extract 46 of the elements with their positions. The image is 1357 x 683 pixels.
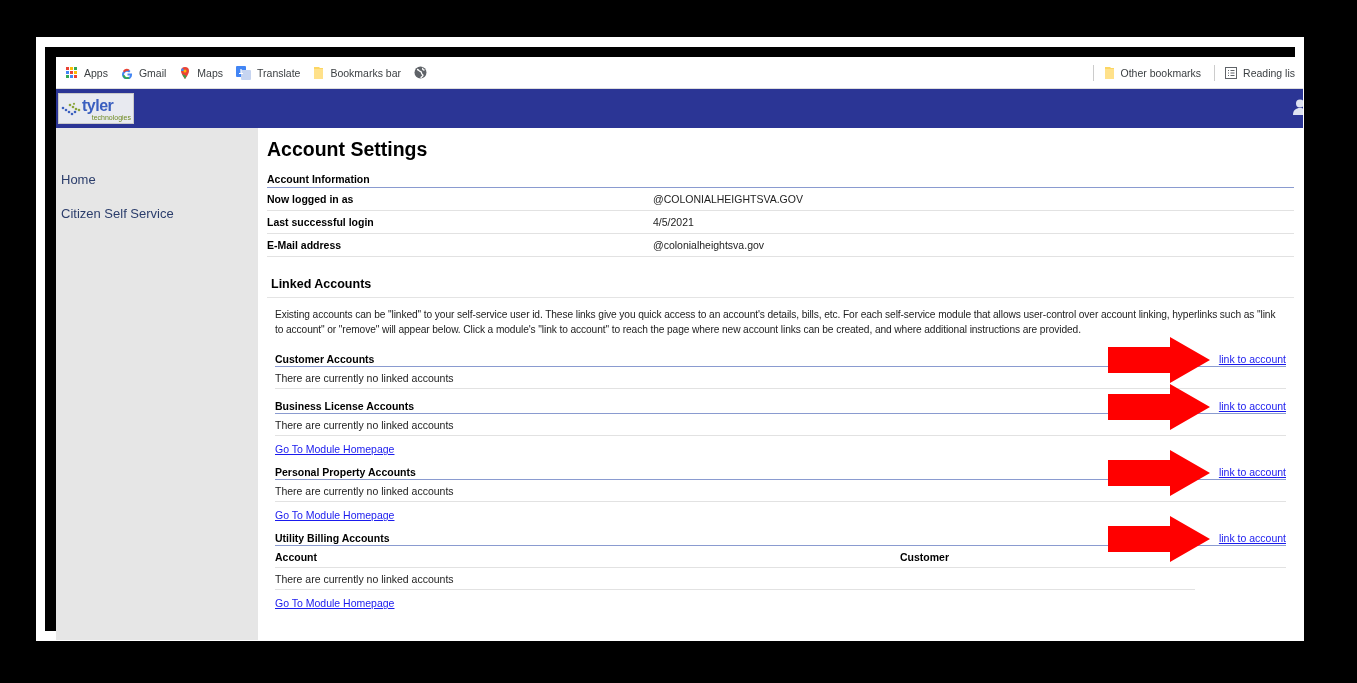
link-to-account-link[interactable]: link to account [1218, 532, 1286, 544]
logo-mark-icon [61, 101, 81, 116]
section-heading: Linked Accounts [271, 277, 372, 291]
intro-paragraph: Existing accounts can be "linked" to your self-service user id. These links give you quick access to an account's details, bills, etc. For each self-service module that allows user-control over account linking, hyperlinks such as "link to account" or "remove" will appear below. Click a module's "link to account" to reach the page where new account links can be created, and where additional instructions are provided. [275, 308, 1277, 337]
column-header: Customer [900, 550, 949, 563]
module-homepage-link[interactable]: Go To Module Homepage [275, 597, 395, 609]
sidebar-link[interactable]: Citizen Self Service [56, 206, 174, 221]
folder-icon [1103, 65, 1115, 80]
module-heading: Customer Accounts [275, 353, 375, 365]
bookmark-item[interactable]: Gmail [120, 66, 167, 79]
bookmark-item[interactable]: Other bookmarks [1103, 65, 1202, 80]
bookmark-item[interactable]: Maps [179, 65, 224, 80]
globe-icon[interactable] [414, 66, 428, 79]
link-to-account-link[interactable]: link to account [1218, 353, 1286, 365]
app-grid-icon [65, 66, 78, 79]
bookmark-item[interactable]: Bookmarks bar [313, 65, 402, 80]
module-heading: Utility Billing Accounts [275, 532, 390, 544]
module-heading: Personal Property Accounts [275, 466, 416, 478]
empty-message: There are currently no linked accounts [275, 371, 454, 384]
bookmark-item[interactable]: Translate [236, 65, 301, 80]
field-value: 4/5/2021 [653, 216, 694, 228]
page-title: Account Settings [267, 138, 428, 161]
bookmark-item[interactable]: Reading lis [1225, 66, 1295, 79]
empty-message: There are currently no linked accounts [275, 572, 454, 585]
module-heading: Business License Accounts [275, 400, 415, 412]
sidebar-link[interactable]: Home [56, 172, 96, 187]
module-homepage-link[interactable]: Go To Module Homepage [275, 443, 395, 455]
module-homepage-link[interactable]: Go To Module Homepage [275, 509, 395, 521]
field-label: Now logged in as [267, 193, 355, 205]
column-header: Account [275, 550, 318, 563]
reading-list-icon [1225, 66, 1238, 79]
bookmark-item[interactable]: Apps [65, 66, 108, 79]
folder-icon [313, 65, 325, 80]
field-value: @colonialheightsva.gov [653, 239, 765, 251]
field-label: Last successful login [267, 216, 375, 228]
g-letter-icon [120, 66, 133, 79]
section-heading: Account Information [267, 173, 370, 185]
link-to-account-link[interactable]: link to account [1218, 466, 1286, 478]
map-pin-icon [179, 65, 192, 80]
empty-message: There are currently no linked accounts [275, 418, 454, 431]
field-value: @COLONIALHEIGHTSVA.GOV [653, 193, 803, 205]
translate-icon [236, 65, 252, 80]
user-icon[interactable] [1293, 99, 1303, 115]
field-label: E-Mail address [267, 239, 343, 251]
link-to-account-link[interactable]: link to account [1218, 400, 1286, 412]
empty-message: There are currently no linked accounts [275, 484, 454, 497]
